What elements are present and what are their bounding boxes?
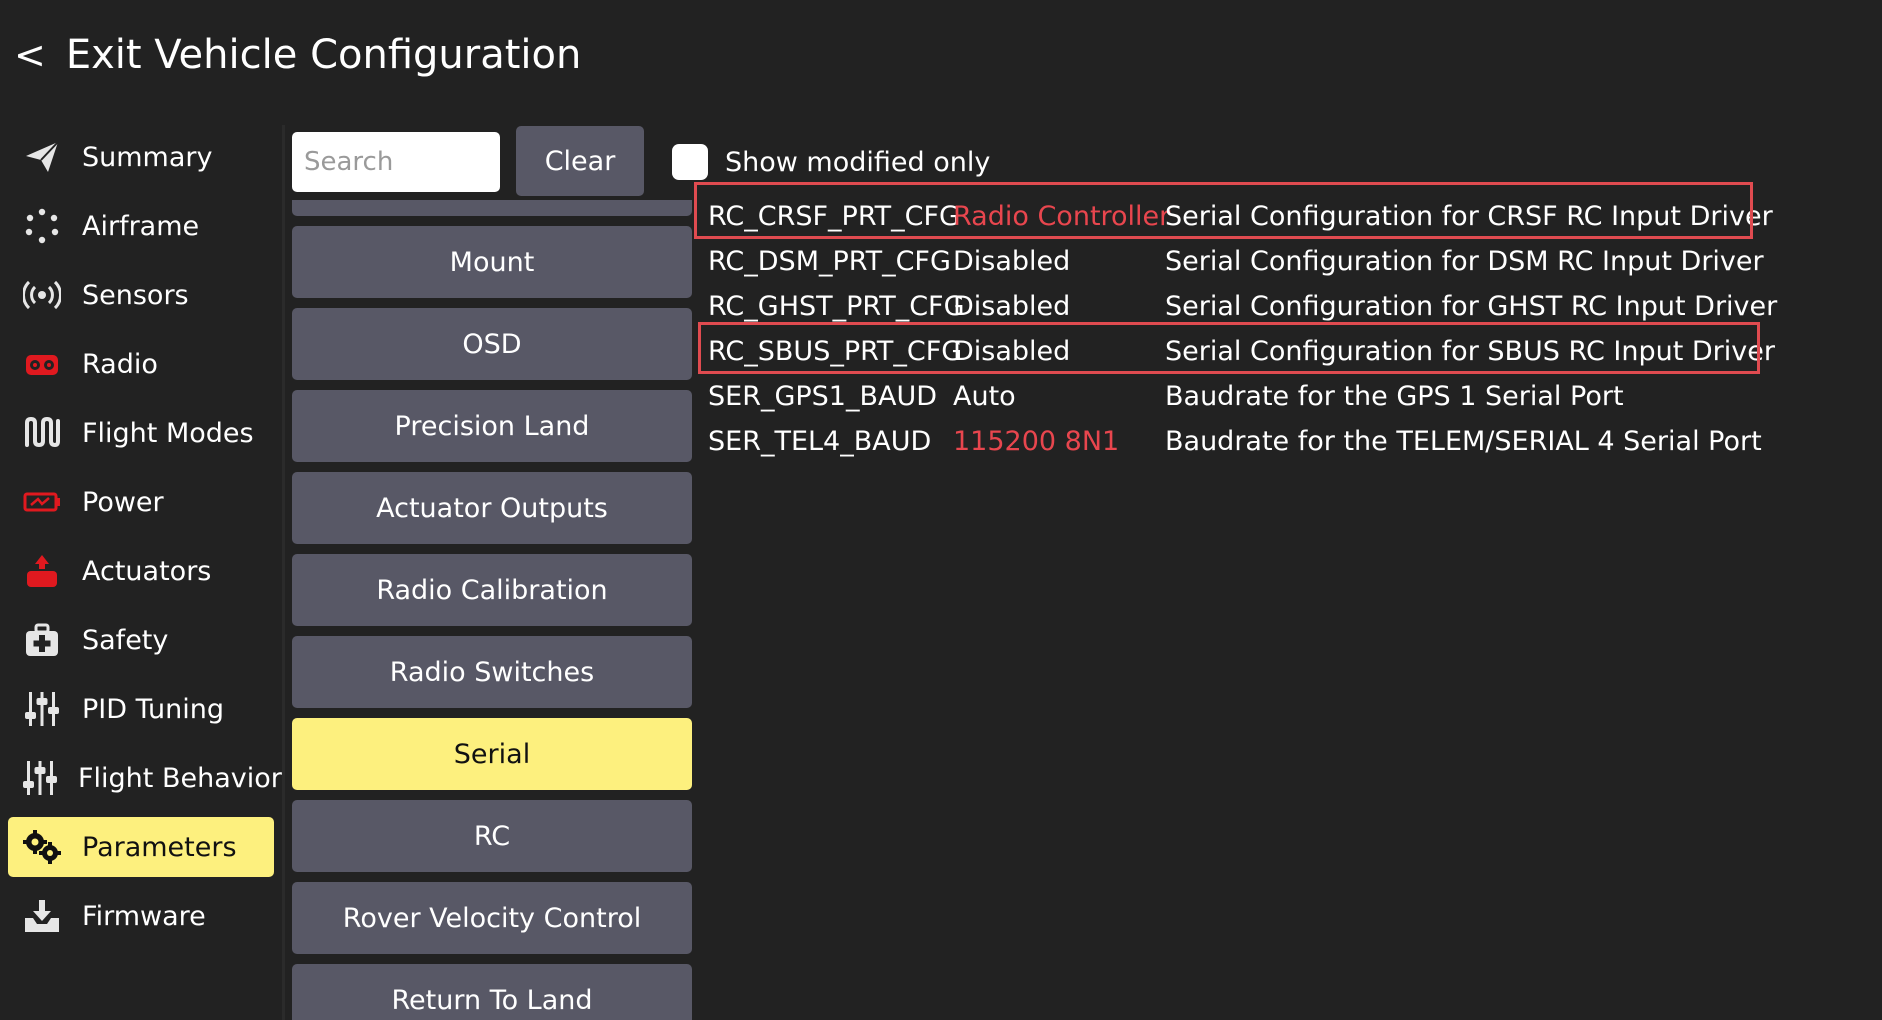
sidebar-item-label: Airframe <box>82 210 200 242</box>
group-button-mount[interactable]: Mount <box>292 226 692 298</box>
group-button-return-to-land[interactable]: Return To Land <box>292 964 692 1020</box>
param-value[interactable]: Disabled <box>953 336 1070 367</box>
group-button-serial[interactable]: Serial <box>292 718 692 790</box>
sidebar-item-label: Flight Modes <box>82 417 254 449</box>
group-button-radio-switches[interactable]: Radio Switches <box>292 636 692 708</box>
sensors-icon <box>22 275 62 315</box>
parameter-group-list[interactable]: Mount OSD Precision Land Actuator Output… <box>292 200 692 1020</box>
sidebar-item-label: Safety <box>82 624 169 656</box>
first-aid-icon <box>22 620 62 660</box>
vehicle-config-screen: < Exit Vehicle Configuration Summary Air… <box>0 0 1882 1020</box>
actuators-icon <box>22 551 62 591</box>
sidebar-item-label: Parameters <box>82 831 237 863</box>
param-row-ser-gps1-baud[interactable]: SER_GPS1_BAUD Auto Baudrate for the GPS … <box>700 374 1860 419</box>
sidebar-item-label: Radio <box>82 348 158 380</box>
group-button-actuator-outputs[interactable]: Actuator Outputs <box>292 472 692 544</box>
back-chevron-icon: < <box>14 33 46 77</box>
sidebar-item-label: Power <box>82 486 164 518</box>
sidebar: Summary Airframe Sensors Radio Flight Mo <box>8 127 282 955</box>
param-value[interactable]: Auto <box>953 381 1016 412</box>
sidebar-item-flight-modes[interactable]: Flight Modes <box>8 403 274 463</box>
param-description: Serial Configuration for DSM RC Input Dr… <box>1165 246 1764 277</box>
page-title: Exit Vehicle Configuration <box>65 32 582 78</box>
param-name: RC_DSM_PRT_CFG <box>708 246 951 277</box>
sidebar-item-actuators[interactable]: Actuators <box>8 541 274 601</box>
param-description: Serial Configuration for CRSF RC Input D… <box>1165 201 1773 232</box>
sidebar-item-label: Firmware <box>82 900 206 932</box>
flight-modes-icon <box>22 413 62 453</box>
param-value[interactable]: 115200 8N1 <box>953 426 1119 457</box>
param-value[interactable]: Radio Controller <box>953 201 1170 232</box>
group-button-rover-velocity-control[interactable]: Rover Velocity Control <box>292 882 692 954</box>
param-name: SER_TEL4_BAUD <box>708 426 932 457</box>
sliders-icon <box>22 758 58 798</box>
group-button-precision-land[interactable]: Precision Land <box>292 390 692 462</box>
search-input[interactable] <box>292 132 500 192</box>
param-description: Baudrate for the TELEM/SERIAL 4 Serial P… <box>1165 426 1762 457</box>
param-description: Serial Configuration for SBUS RC Input D… <box>1165 336 1775 367</box>
radio-icon <box>22 344 62 384</box>
sidebar-item-parameters[interactable]: Parameters <box>8 817 274 877</box>
sidebar-item-firmware[interactable]: Firmware <box>8 886 274 946</box>
sidebar-item-label: Flight Behavior <box>78 762 282 794</box>
show-modified-only-toggle[interactable]: Show modified only <box>672 144 990 180</box>
battery-icon <box>22 482 62 522</box>
param-row-rc-sbus-prt-cfg[interactable]: RC_SBUS_PRT_CFG Disabled Serial Configur… <box>700 329 1860 374</box>
paper-plane-icon <box>22 137 62 177</box>
sidebar-item-sensors[interactable]: Sensors <box>8 265 274 325</box>
show-modified-label: Show modified only <box>725 146 991 178</box>
group-button-osd[interactable]: OSD <box>292 308 692 380</box>
sidebar-item-summary[interactable]: Summary <box>8 127 274 187</box>
param-name: RC_SBUS_PRT_CFG <box>708 336 963 367</box>
sidebar-item-power[interactable]: Power <box>8 472 274 532</box>
group-button-partial[interactable] <box>292 200 692 216</box>
airframe-icon <box>22 206 62 246</box>
sidebar-item-airframe[interactable]: Airframe <box>8 196 274 256</box>
group-button-radio-calibration[interactable]: Radio Calibration <box>292 554 692 626</box>
group-button-rc[interactable]: RC <box>292 800 692 872</box>
param-row-rc-crsf-prt-cfg[interactable]: RC_CRSF_PRT_CFG Radio Controller Serial … <box>700 194 1860 239</box>
sidebar-item-safety[interactable]: Safety <box>8 610 274 670</box>
sliders-icon <box>22 689 62 729</box>
param-name: SER_GPS1_BAUD <box>708 381 938 412</box>
param-description: Serial Configuration for GHST RC Input D… <box>1165 291 1778 322</box>
clear-button[interactable]: Clear <box>516 126 644 196</box>
param-row-rc-ghst-prt-cfg[interactable]: RC_GHST_PRT_CFG Disabled Serial Configur… <box>700 284 1860 329</box>
param-name: RC_CRSF_PRT_CFG <box>708 201 960 232</box>
param-row-rc-dsm-prt-cfg[interactable]: RC_DSM_PRT_CFG Disabled Serial Configura… <box>700 239 1860 284</box>
sidebar-item-label: PID Tuning <box>82 693 224 725</box>
param-row-ser-tel4-baud[interactable]: SER_TEL4_BAUD 115200 8N1 Baudrate for th… <box>700 419 1860 464</box>
exit-vehicle-config-link[interactable]: < Exit Vehicle Configuration <box>14 28 581 82</box>
sidebar-item-label: Summary <box>82 141 213 173</box>
show-modified-checkbox[interactable] <box>672 144 708 180</box>
sidebar-item-label: Sensors <box>82 279 189 311</box>
sidebar-item-flight-behavior[interactable]: Flight Behavior <box>8 748 282 808</box>
param-name: RC_GHST_PRT_CFG <box>708 291 965 322</box>
parameter-table: RC_CRSF_PRT_CFG Radio Controller Serial … <box>700 194 1860 464</box>
param-value[interactable]: Disabled <box>953 246 1070 277</box>
sidebar-item-radio[interactable]: Radio <box>8 334 274 394</box>
sidebar-item-pid-tuning[interactable]: PID Tuning <box>8 679 274 739</box>
download-icon <box>22 896 62 936</box>
param-value[interactable]: Disabled <box>953 291 1070 322</box>
gears-icon <box>22 827 62 867</box>
sidebar-item-label: Actuators <box>82 555 212 587</box>
panel-divider <box>282 125 285 1020</box>
param-description: Baudrate for the GPS 1 Serial Port <box>1165 381 1624 412</box>
